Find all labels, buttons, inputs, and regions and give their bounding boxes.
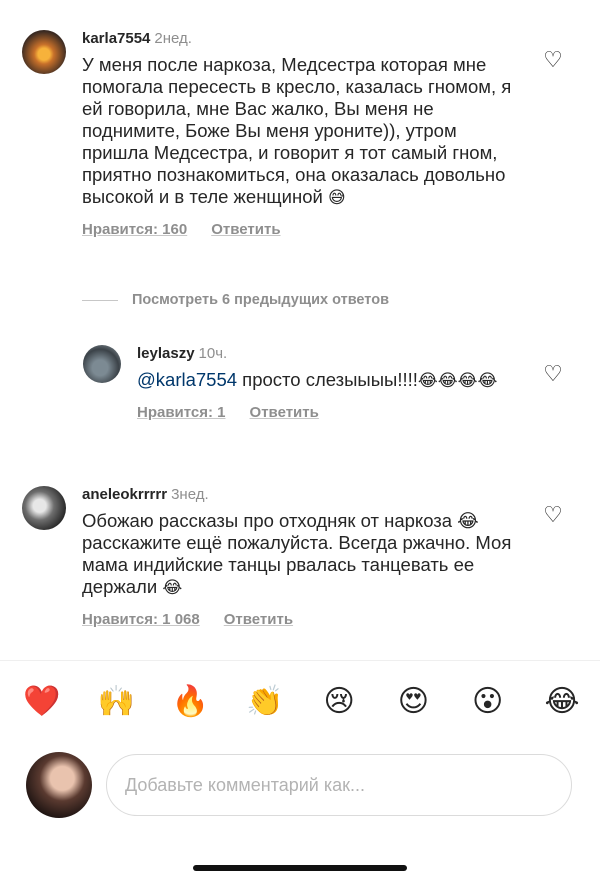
mention-link[interactable]: @karla7554	[137, 369, 237, 390]
comment-input-placeholder: Добавьте комментарий как...	[125, 774, 366, 795]
avatar[interactable]	[22, 30, 66, 74]
comment-username[interactable]: leylaszy	[137, 345, 195, 362]
quick-reactions-bar: ❤️ 🙌 🔥 👏 😢 😍 😮 😂	[22, 682, 582, 722]
reply-button[interactable]: Ответить	[211, 221, 280, 238]
emoji: 😂😂😂😂	[417, 371, 498, 391]
reply-button[interactable]: Ответить	[224, 611, 293, 628]
emoji: 😂	[162, 578, 183, 598]
comment-time: 3нед.	[171, 486, 209, 503]
divider	[82, 299, 118, 301]
fire-emoji-button[interactable]: 🔥	[171, 682, 211, 722]
divider	[0, 660, 600, 661]
comment-text: У меня после наркоза, Медсестра которая …	[82, 54, 512, 208]
view-more-label: Посмотреть 6 предыдущих ответов	[132, 292, 389, 308]
emoji: 😅	[327, 188, 346, 208]
comment-karla7554: karla7554 2нед. У меня после наркоза, Мед…	[22, 30, 512, 238]
comment-time: 2нед.	[154, 30, 192, 47]
comment-time: 10ч.	[198, 345, 228, 362]
clapping-hands-emoji-button[interactable]: 👏	[245, 682, 285, 722]
comment-username[interactable]: karla7554	[82, 30, 150, 47]
heart-outline-icon[interactable]: ♡	[542, 49, 564, 71]
likes-count-link[interactable]: Нравится: 160	[82, 221, 187, 238]
heart-outline-icon[interactable]: ♡	[542, 504, 564, 526]
current-user-avatar	[26, 752, 92, 818]
comment-aneleokrrrrr: aneleokrrrrr 3нед. Обожаю рассказы про от…	[22, 486, 512, 628]
comment-username[interactable]: aneleokrrrrr	[82, 486, 167, 503]
surprised-face-emoji-button[interactable]: 😮	[468, 682, 508, 722]
tears-of-joy-emoji-button[interactable]: 😂	[542, 682, 582, 722]
crying-face-emoji-button[interactable]: 😢	[319, 682, 359, 722]
comment-input[interactable]: Добавьте комментарий как...	[106, 754, 572, 816]
comment-composer: Добавьте комментарий как...	[26, 752, 572, 818]
heart-outline-icon[interactable]: ♡	[542, 363, 564, 385]
avatar[interactable]	[83, 345, 121, 383]
likes-count-link[interactable]: Нравится: 1 068	[82, 611, 200, 628]
raised-hands-emoji-button[interactable]: 🙌	[96, 682, 136, 722]
comment-text: @karla7554 просто слезыыыы!!!!😂😂😂😂	[137, 369, 498, 391]
red-heart-emoji-button[interactable]: ❤️	[22, 682, 62, 722]
reply-leylaszy: leylaszy 10ч. @karla7554 просто слезыыыы!…	[83, 345, 507, 421]
heart-eyes-emoji-button[interactable]: 😍	[393, 682, 433, 722]
view-previous-replies-button[interactable]: Посмотреть 6 предыдущих ответов	[82, 292, 389, 308]
reply-button[interactable]: Ответить	[250, 404, 319, 421]
comment-text: Обожаю рассказы про отходняк от наркоза …	[82, 510, 512, 598]
home-indicator[interactable]	[193, 865, 407, 871]
likes-count-link[interactable]: Нравится: 1	[137, 404, 226, 421]
avatar[interactable]	[22, 486, 66, 530]
